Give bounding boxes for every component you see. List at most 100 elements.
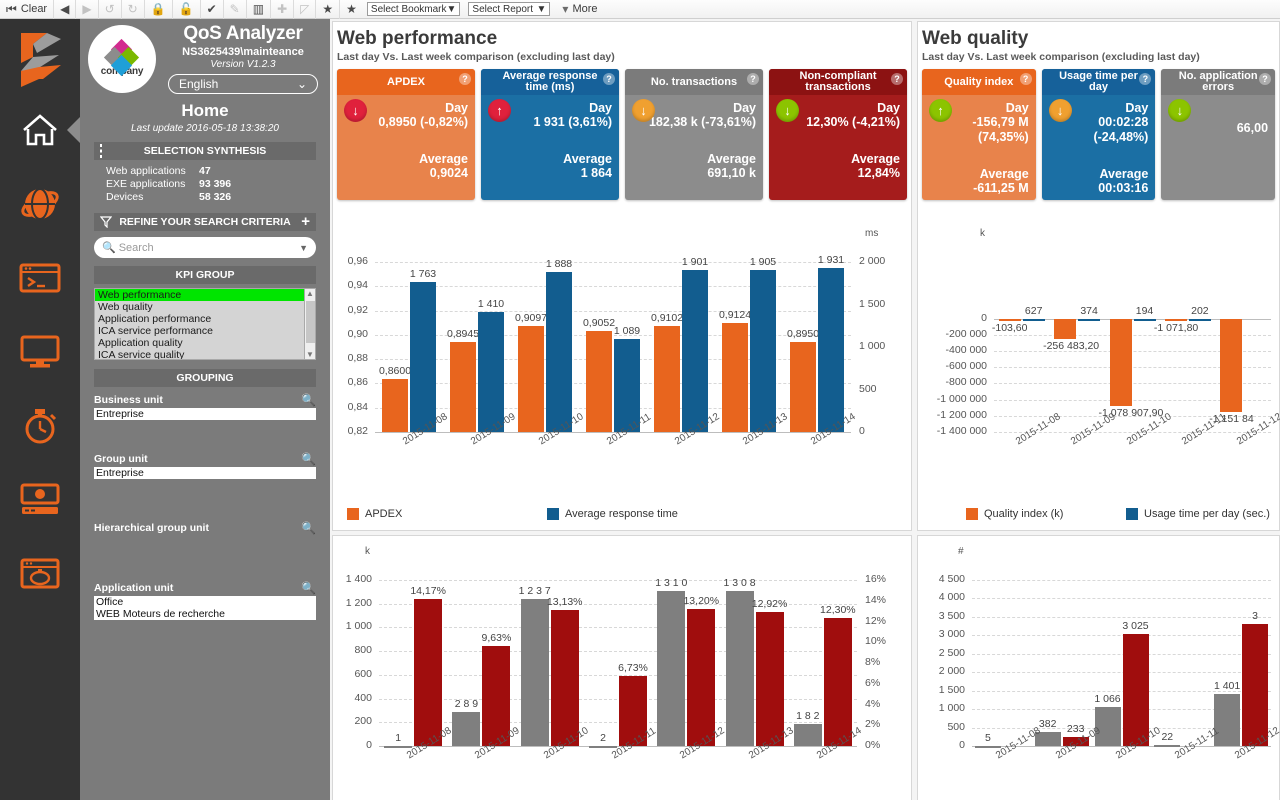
sidebar-item-response-time[interactable] bbox=[0, 389, 80, 463]
brand-row: company QoS Analyzer NS3625439\mainteanc… bbox=[80, 19, 330, 94]
report-select[interactable]: Select Report ▼ bbox=[468, 2, 551, 16]
bar-label: -103,60 bbox=[991, 321, 1028, 334]
help-icon[interactable]: ? bbox=[1019, 73, 1032, 85]
scrollbar-thumb[interactable] bbox=[306, 301, 315, 343]
y-axis-tick-left: 1 000 bbox=[938, 702, 965, 715]
bar-1-7 bbox=[790, 341, 816, 432]
redo-button[interactable]: ↻ bbox=[122, 0, 145, 19]
group-unit-value[interactable]: Entreprise bbox=[94, 467, 316, 479]
list-item[interactable]: Application quality bbox=[95, 337, 315, 349]
lock-open-icon: 🔓 bbox=[178, 2, 194, 16]
y-axis-tick-right: 16% bbox=[865, 573, 887, 585]
gridline bbox=[379, 580, 857, 581]
kpi-tile-non-compliant-transactions[interactable]: Non-compliant transactions ? ↓ Day 12,30… bbox=[769, 69, 907, 200]
search-icon[interactable]: 🔍 bbox=[301, 581, 316, 595]
remove-favorite-button[interactable]: ★ bbox=[340, 0, 363, 19]
kpi-tile-usage-time-per-day[interactable]: Usage time per day ? ↓ Day 00:02:28 (-24… bbox=[1041, 69, 1156, 200]
bar-1-5 bbox=[657, 590, 686, 746]
validate-button[interactable]: ✔ bbox=[201, 0, 224, 19]
bar-label: 1 931 bbox=[817, 253, 845, 266]
chart-button[interactable]: ▥ bbox=[247, 0, 272, 19]
help-icon[interactable]: ? bbox=[1259, 73, 1272, 85]
synthesis-value: 47 bbox=[199, 165, 211, 177]
back-button[interactable]: ◀ bbox=[54, 0, 77, 19]
top-toolbar: ⏮ Clear ◀ ▶ ↺ ↻ 🔒 🔓 ✔ ✎ ▥ ✚ ◸ ★ ★ Select… bbox=[0, 0, 1280, 19]
bar-1-5 bbox=[1220, 318, 1243, 412]
lock-button[interactable]: 🔒 bbox=[145, 0, 173, 19]
trend-down-icon: ↓ bbox=[776, 99, 799, 122]
help-icon[interactable]: ? bbox=[603, 73, 615, 85]
kpi-tile-apdex[interactable]: APDEX ? ↓ Day 0,8950 (-0,82%) Average 0,… bbox=[337, 69, 475, 200]
list-item[interactable]: ICA service performance bbox=[95, 325, 315, 337]
help-icon[interactable]: ? bbox=[747, 73, 759, 85]
application-errors-chart: #0 500 1 000 1 500 2 000 2 500 3 000 3 500 4 000… bbox=[918, 536, 1280, 800]
bar-label: -1 071,80 bbox=[1153, 321, 1199, 334]
business-unit-value[interactable]: Entreprise bbox=[94, 408, 316, 420]
list-item: Devices 58 326 bbox=[94, 191, 316, 203]
bar-1-7 bbox=[793, 724, 822, 746]
language-select[interactable]: English ⌄ bbox=[168, 74, 318, 94]
y-axis-unit-left: # bbox=[958, 546, 964, 557]
kpi-list-scrollbar[interactable]: ▲ ▼ bbox=[304, 289, 315, 359]
selection-synthesis-header[interactable]: SELECTION SYNTHESIS bbox=[94, 142, 316, 160]
plus-icon[interactable]: + bbox=[301, 214, 310, 229]
rewind-icon: ⏮ bbox=[6, 2, 17, 16]
list-item[interactable]: Application performance bbox=[95, 313, 315, 325]
scroll-down-icon[interactable]: ▼ bbox=[306, 350, 314, 359]
lock-closed-icon: 🔒 bbox=[150, 2, 166, 16]
add-button[interactable]: ✚ bbox=[271, 0, 295, 19]
edit-button[interactable]: ✎ bbox=[224, 0, 247, 19]
list-item[interactable]: ICA service quality bbox=[95, 349, 315, 359]
business-unit-label: Business unit bbox=[94, 394, 163, 406]
refine-search-header[interactable]: REFINE YOUR SEARCH CRITERIA + bbox=[94, 213, 316, 231]
bar-label: 1 3 0 8 bbox=[723, 576, 756, 589]
line-tool-button[interactable]: ◸ bbox=[294, 0, 317, 19]
more-menu[interactable]: ▾ More bbox=[554, 3, 597, 15]
list-item[interactable]: Web performance bbox=[95, 289, 315, 301]
sidebar-item-network[interactable] bbox=[0, 167, 80, 241]
help-icon[interactable]: ? bbox=[459, 73, 471, 85]
list-item[interactable]: Web quality bbox=[95, 301, 315, 313]
sidebar-item-home[interactable] bbox=[0, 93, 80, 167]
kpi-tile-quality-index[interactable]: Quality index ? ↑ Day -156,79 M (74,35%)… bbox=[922, 69, 1036, 200]
add-favorite-button[interactable]: ★ bbox=[316, 0, 341, 19]
y-axis-tick-left: -400 000 bbox=[945, 344, 987, 357]
bar-1-1 bbox=[382, 378, 408, 432]
application-unit-value[interactable]: Office WEB Moteurs de recherche bbox=[94, 596, 316, 620]
bar-1-6 bbox=[722, 323, 748, 432]
filter-funnel-icon bbox=[99, 216, 113, 231]
search-icon[interactable]: 🔍 bbox=[301, 393, 316, 407]
kpi-tile-average-response-time[interactable]: Average response time (ms) ? ↑ Day 1 931… bbox=[481, 69, 619, 200]
bar-label: 627 bbox=[1024, 304, 1043, 317]
clear-button[interactable]: ⏮ Clear bbox=[0, 0, 55, 19]
kpi-group-list[interactable]: Web performance Web quality Application … bbox=[94, 288, 316, 360]
search-input[interactable]: 🔍 Search ▼ bbox=[94, 237, 316, 258]
sidebar-item-server[interactable] bbox=[0, 463, 80, 537]
y-axis-tick-left: -600 000 bbox=[945, 360, 987, 373]
kpi-tile-no-transactions[interactable]: No. transactions ? ↓ Day 182,38 k (-73,6… bbox=[625, 69, 763, 200]
selection-synthesis-title: SELECTION SYNTHESIS bbox=[143, 145, 267, 157]
kpi-tile-no-application-errors[interactable]: No. application errors ? ↓ 66,00 bbox=[1161, 69, 1276, 200]
scroll-up-icon[interactable]: ▲ bbox=[306, 289, 314, 298]
search-icon[interactable]: 🔍 bbox=[301, 521, 316, 535]
y-axis-tick-left: 0,92 bbox=[347, 303, 368, 316]
sidebar-item-workstation[interactable] bbox=[0, 315, 80, 389]
sidebar-item-costs[interactable] bbox=[0, 537, 80, 611]
y-axis-tick-right: 2% bbox=[865, 718, 881, 731]
y-axis-tick-left: -1 400 000 bbox=[936, 425, 987, 437]
unlock-button[interactable]: 🔓 bbox=[173, 0, 201, 19]
x-axis-label: 2015-11-11 bbox=[1179, 411, 1228, 448]
help-icon[interactable]: ? bbox=[891, 73, 903, 85]
legend-item: Average response time bbox=[547, 508, 678, 520]
search-icon[interactable]: 🔍 bbox=[301, 452, 316, 466]
quality-usage-chart: k 0 -200 000 -400 000 -600 000 -800 000 -1 000… bbox=[918, 220, 1280, 530]
web-quality-subtitle: Last day Vs. Last week comparison (exclu… bbox=[922, 51, 1200, 63]
bookmark-select[interactable]: Select Bookmark ▼ bbox=[366, 2, 461, 16]
chevron-down-icon[interactable]: ▼ bbox=[299, 243, 308, 253]
bar-2-5 bbox=[687, 609, 716, 746]
bar-2-2 bbox=[1078, 318, 1101, 321]
sidebar-item-console[interactable] bbox=[0, 241, 80, 315]
undo-button[interactable]: ↺ bbox=[99, 0, 122, 19]
y-axis-tick-left: 800 bbox=[354, 644, 372, 657]
forward-button[interactable]: ▶ bbox=[76, 0, 99, 19]
